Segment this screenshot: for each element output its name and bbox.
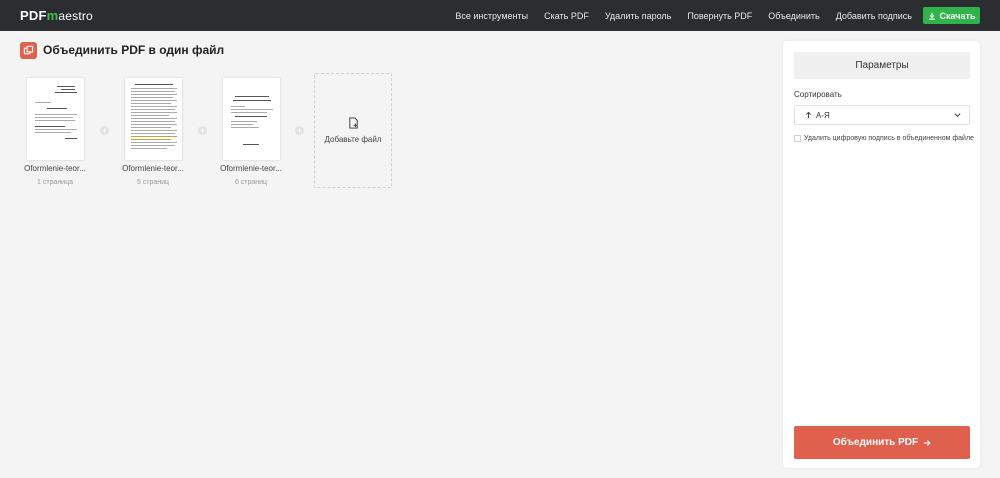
sort-value: А-Я xyxy=(816,110,830,120)
add-file-label: Добавьте файл xyxy=(324,135,382,144)
copy-icon xyxy=(20,41,37,59)
plus-icon xyxy=(200,128,205,133)
plus-icon xyxy=(102,128,107,133)
sort-label: Сортировать xyxy=(794,90,842,99)
file-page-count: 6 страниц xyxy=(234,179,268,186)
plus-icon xyxy=(297,128,302,133)
chevron-down-icon xyxy=(954,113,961,118)
nav-add-signature[interactable]: Добавить подпись xyxy=(836,11,912,21)
file-name: Oformlenie-teor... xyxy=(220,164,282,173)
page-title-row: Объединить PDF в один файл xyxy=(20,41,224,59)
file-thumbnail[interactable] xyxy=(125,78,182,160)
remove-signature-label: Удалить цифровую подпись в объединенном … xyxy=(804,135,974,142)
file-card[interactable]: Oformlenie-teor... 1 страница xyxy=(24,78,86,186)
download-label: Скачать xyxy=(939,10,976,21)
file-card[interactable]: Oformlenie-teor... 5 страниц xyxy=(122,78,184,186)
main-nav: Все инструменты Скать PDF Удалить пароль… xyxy=(439,0,912,31)
merge-label: Объединить PDF xyxy=(832,437,919,448)
file-thumbnail[interactable] xyxy=(27,78,84,160)
sort-select[interactable]: А-Я xyxy=(794,105,970,125)
file-page-count: 1 страница xyxy=(36,179,73,186)
file-thumbnail[interactable] xyxy=(223,78,280,160)
merge-pdf-button[interactable]: Объединить PDF xyxy=(794,426,970,459)
arrow-up-icon xyxy=(806,111,811,119)
add-file-dropzone[interactable]: Добавьте файл xyxy=(314,73,392,188)
separator-plus[interactable] xyxy=(100,126,109,135)
nav-all-tools[interactable]: Все инструменты xyxy=(455,11,528,21)
page-title: Объединить PDF в один файл xyxy=(43,43,225,57)
separator-plus[interactable] xyxy=(198,126,207,135)
file-name: Oformlenie-teor... xyxy=(24,164,86,173)
arrow-right-icon xyxy=(923,439,931,446)
file-name: Oformlenie-teor... xyxy=(122,164,184,173)
logo[interactable]: PDF m aestro xyxy=(20,8,93,23)
nav-compress-pdf[interactable]: Скать PDF xyxy=(544,11,589,21)
nav-merge[interactable]: Объединить xyxy=(768,11,819,21)
download-button[interactable]: Скачать xyxy=(923,7,980,24)
remove-signature-option[interactable]: Удалить цифровую подпись в объединенном … xyxy=(794,135,974,142)
file-page-count: 5 страниц xyxy=(136,179,170,186)
file-add-icon xyxy=(348,117,358,129)
top-navigation-bar: PDF m aestro Все инструменты Скать PDF Уда… xyxy=(0,0,1000,31)
logo-aestro-text: aestro xyxy=(58,8,93,23)
file-card[interactable]: Oformlenie-teor... 6 страниц xyxy=(220,78,282,186)
logo-m-text: m xyxy=(46,8,59,23)
download-icon xyxy=(928,12,935,20)
nav-rotate-pdf[interactable]: Повернуть PDF xyxy=(687,11,752,21)
settings-panel: Параметры Сортировать А-Я Удалить цифров… xyxy=(783,41,980,468)
separator-plus[interactable] xyxy=(295,126,304,135)
remove-signature-checkbox[interactable] xyxy=(794,135,801,142)
panel-title: Параметры xyxy=(794,52,970,79)
nav-remove-password[interactable]: Удалить пароль xyxy=(605,11,672,21)
logo-pdf-text: PDF xyxy=(20,8,47,23)
